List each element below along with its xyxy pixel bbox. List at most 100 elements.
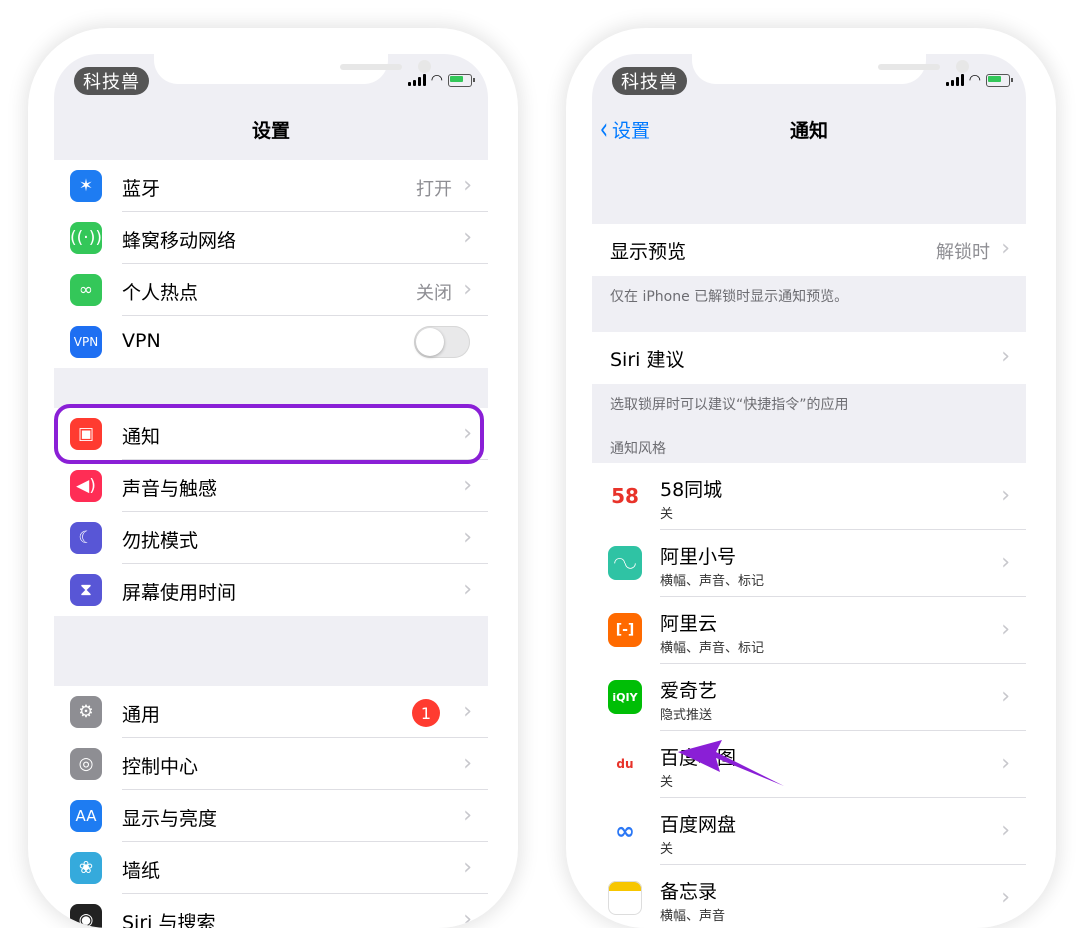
settings-row-cellular[interactable]: ((·)) 蜂窝移动网络 › xyxy=(54,212,488,264)
app-name: 阿里云 xyxy=(660,613,718,635)
row-label: 通用 xyxy=(122,704,161,726)
notification-highlight-outline xyxy=(54,404,484,464)
siri-suggestions-row[interactable]: Siri 建议 › xyxy=(592,332,1026,384)
row-label: 声音与触感 xyxy=(122,478,218,500)
antenna-icon: ((·)) xyxy=(70,222,102,254)
nav-bar: ‹ 设置 通知 xyxy=(592,104,1026,160)
arrow-shape xyxy=(678,740,784,786)
gear-icon: ⚙ xyxy=(70,696,102,728)
app-alert-style: 关 xyxy=(660,775,674,790)
speaker-grille xyxy=(878,64,940,70)
app-alert-style: 横幅、声音、标记 xyxy=(660,641,765,656)
text-size-icon: AA xyxy=(70,800,102,832)
row-value: 解锁时 xyxy=(936,242,990,263)
right-phone-frame: 科技兽 ◠ ‹ 设置 通知 显示预览 解锁时 › 仅在 iPhone 已解锁时显… xyxy=(566,28,1056,928)
chevron-right-icon: › xyxy=(1001,344,1010,369)
update-badge: 1 xyxy=(412,699,440,727)
row-label: Siri 与搜索 xyxy=(122,912,216,928)
moon-icon: ☾ xyxy=(70,522,102,554)
chevron-right-icon: › xyxy=(1001,751,1010,776)
settings-row-sounds[interactable]: ◀) 声音与触感 › xyxy=(54,460,488,512)
row-label: 墙纸 xyxy=(122,860,161,882)
speaker-icon: ◀) xyxy=(70,470,102,502)
chevron-right-icon: › xyxy=(463,751,472,776)
app-row-notes[interactable]: 备忘录 横幅、声音 › xyxy=(592,865,1026,928)
settings-row-siri[interactable]: ◉ Siri 与搜索 › xyxy=(54,894,488,928)
nav-bar: 设置 xyxy=(54,104,488,160)
aliyun-app-icon: [-] xyxy=(608,613,642,647)
annotation-arrow-icon xyxy=(678,740,784,786)
app-row-baidu-map[interactable]: du 百度地图 关 › xyxy=(592,731,1026,798)
chevron-right-icon: › xyxy=(463,855,472,880)
app-alert-style: 关 xyxy=(660,507,674,522)
settings-row-screen-time[interactable]: ⧗ 屏幕使用时间 › xyxy=(54,564,488,616)
app-row-58[interactable]: 58 58同城 关 › xyxy=(592,463,1026,530)
app-name: 百度网盘 xyxy=(660,814,737,836)
status-icons: ◠ xyxy=(407,72,475,88)
hotspot-icon: ∞ xyxy=(70,274,102,306)
battery-icon xyxy=(986,73,1013,87)
settings-row-wallpaper[interactable]: ❀ 墙纸 › xyxy=(54,842,488,894)
status-icons: ◠ xyxy=(945,72,1013,88)
siri-group: Siri 建议 › xyxy=(592,332,1026,384)
row-value: 关闭 xyxy=(416,283,452,304)
switches-icon: ◎ xyxy=(70,748,102,780)
signal-icon xyxy=(945,74,964,86)
app-row-aliyun[interactable]: [-] 阿里云 横幅、声音、标记 › xyxy=(592,597,1026,664)
vpn-toggle[interactable] xyxy=(414,326,470,358)
siri-caption: 选取锁屏时可以建议“快捷指令”的应用 xyxy=(610,397,849,413)
page-title: 设置 xyxy=(251,120,290,142)
app-alert-style: 横幅、声音 xyxy=(660,909,726,924)
settings-row-general[interactable]: ⚙ 通用 1 › xyxy=(54,686,488,738)
row-label: 显示与亮度 xyxy=(122,808,218,830)
battery-icon xyxy=(448,73,475,87)
flower-icon: ❀ xyxy=(70,852,102,884)
notes-app-icon xyxy=(608,881,642,915)
signal-icon xyxy=(407,74,426,86)
chevron-right-icon: › xyxy=(1001,818,1010,843)
notch xyxy=(154,54,431,84)
carrier-label: 科技兽 xyxy=(612,67,687,95)
settings-row-control-center[interactable]: ◎ 控制中心 › xyxy=(54,738,488,790)
preview-group: 显示预览 解锁时 › xyxy=(592,224,1026,276)
row-value: 打开 xyxy=(416,179,452,200)
row-label: 蜂窝移动网络 xyxy=(122,230,237,252)
chevron-right-icon: › xyxy=(1001,885,1010,910)
speaker-grille xyxy=(340,64,402,70)
preview-caption: 仅在 iPhone 已解锁时显示通知预览。 xyxy=(610,289,849,305)
chevron-right-icon: › xyxy=(1001,617,1010,642)
notch xyxy=(692,54,969,84)
hourglass-icon: ⧗ xyxy=(70,574,102,606)
settings-row-display[interactable]: AA 显示与亮度 › xyxy=(54,790,488,842)
iqiyi-app-icon: iQIY xyxy=(608,680,642,714)
settings-row-do-not-disturb[interactable]: ☾ 勿扰模式 › xyxy=(54,512,488,564)
chevron-right-icon: › xyxy=(463,699,472,724)
baidu-pan-app-icon: ∞ xyxy=(615,817,635,845)
settings-group-connectivity: ✶ 蓝牙 打开 › ((·)) 蜂窝移动网络 › ∞ 个人热点 关闭 › VPN xyxy=(54,160,488,368)
app-name: 阿里小号 xyxy=(660,546,737,568)
status-bar: 科技兽 ◠ xyxy=(592,54,1026,104)
alixiaohao-app-icon: ◠◡ xyxy=(608,546,642,580)
left-phone-frame: 科技兽 ◠ 设置 ✶ 蓝牙 打开 › ((·)) 蜂窝移动网络 › ∞ 个人热点… xyxy=(28,28,518,928)
row-label: 个人热点 xyxy=(122,282,199,304)
row-label: 勿扰模式 xyxy=(122,530,199,552)
settings-row-bluetooth[interactable]: ✶ 蓝牙 打开 › xyxy=(54,160,488,212)
chevron-right-icon: › xyxy=(1001,483,1010,508)
chevron-right-icon: › xyxy=(463,473,472,498)
app-row-alixiaohao[interactable]: ◠◡ 阿里小号 横幅、声音、标记 › xyxy=(592,530,1026,597)
notification-style-header: 通知风格 xyxy=(610,441,666,457)
chevron-right-icon: › xyxy=(463,577,472,602)
chevron-right-icon: › xyxy=(463,277,472,302)
app-row-iqiyi[interactable]: iQIY 爱奇艺 隐式推送 › xyxy=(592,664,1026,731)
status-bar: 科技兽 ◠ xyxy=(54,54,488,104)
row-label: Siri 建议 xyxy=(610,349,685,371)
chevron-right-icon: › xyxy=(463,225,472,250)
show-previews-row[interactable]: 显示预览 解锁时 › xyxy=(592,224,1026,276)
app-row-baidu-pan[interactable]: ∞ 百度网盘 关 › xyxy=(592,798,1026,865)
chevron-right-icon: › xyxy=(463,525,472,550)
vpn-icon: VPN xyxy=(70,326,102,358)
chevron-right-icon: › xyxy=(463,907,472,928)
carrier-label: 科技兽 xyxy=(74,67,149,95)
wifi-icon: ◠ xyxy=(430,72,443,88)
settings-row-hotspot[interactable]: ∞ 个人热点 关闭 › xyxy=(54,264,488,316)
